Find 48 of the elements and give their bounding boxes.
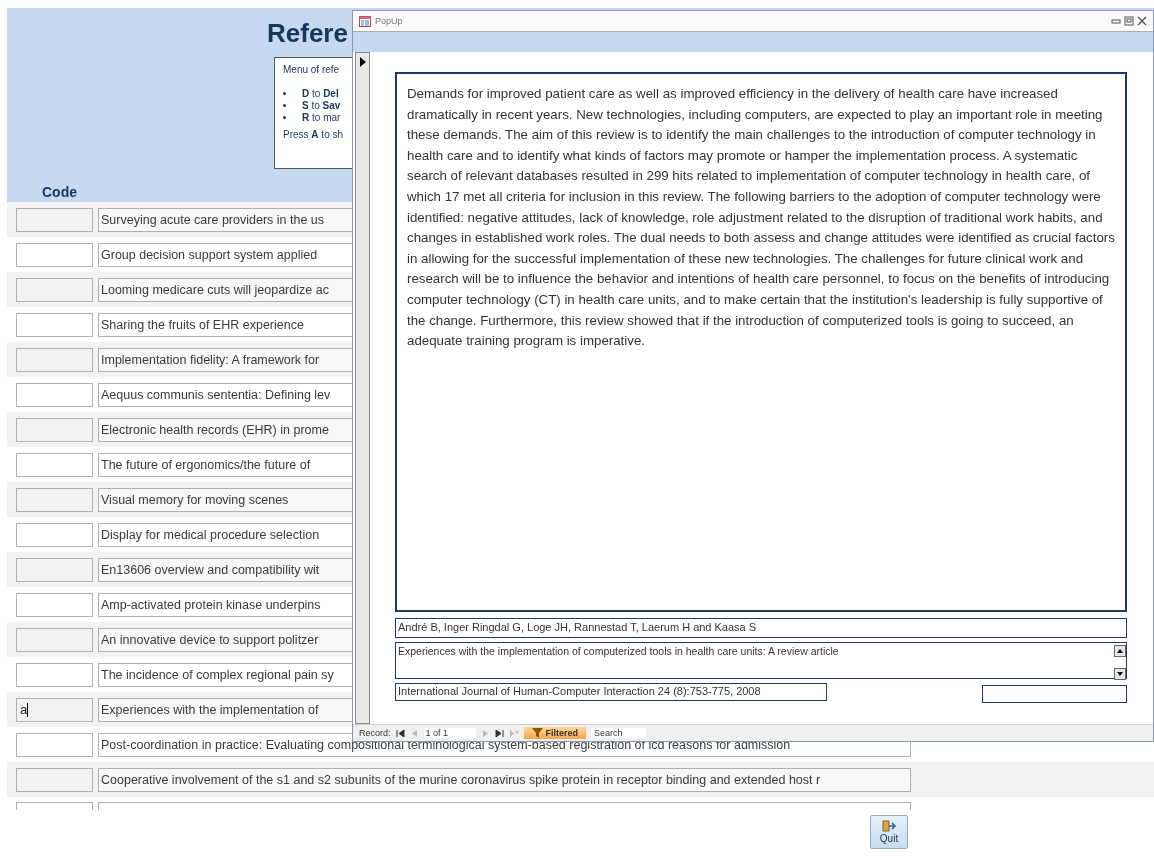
menu-footer: Press A to sh [283, 129, 344, 140]
code-field[interactable] [16, 592, 93, 617]
code-field[interactable] [16, 452, 93, 477]
close-icon[interactable] [1137, 16, 1147, 26]
code-field[interactable] [16, 557, 93, 582]
menu-heading: Menu of refe [283, 64, 340, 75]
code-field[interactable] [16, 662, 93, 687]
form-icon [359, 15, 371, 27]
code-field[interactable] [16, 347, 93, 372]
code-field[interactable] [16, 522, 93, 547]
record-number-field[interactable]: 1 of 1 [423, 728, 476, 738]
window-title: PopUp [375, 16, 404, 26]
first-record-icon[interactable] [395, 728, 405, 738]
new-record-icon[interactable] [508, 728, 519, 738]
code-field[interactable] [16, 627, 93, 652]
minimize-icon[interactable] [1111, 16, 1121, 26]
bullet-icon [283, 103, 286, 107]
code-field[interactable] [16, 487, 93, 512]
form-title: Refere [267, 18, 348, 49]
code-field[interactable] [16, 207, 93, 232]
record-selector[interactable] [355, 52, 370, 724]
last-record-icon[interactable] [494, 728, 504, 738]
article-title-text: Experiences with the implementation of computerized tools in health care units: A review article [398, 645, 839, 657]
search-field[interactable]: Search [591, 728, 647, 738]
code-field[interactable] [16, 277, 93, 302]
scroll-down-icon[interactable] [1114, 668, 1126, 680]
exit-door-icon [882, 820, 896, 832]
code-field[interactable] [16, 732, 93, 757]
filter-toggle[interactable]: Filtered [523, 727, 587, 739]
code-field[interactable] [16, 767, 93, 792]
journal-field[interactable]: International Journal of Human-Computer Interaction 24 (8):753-775, 2008 [395, 683, 827, 701]
text-field[interactable] [982, 685, 1127, 703]
scroll-up-icon[interactable] [1114, 645, 1126, 657]
column-header: Code [42, 184, 77, 200]
current-record-icon [359, 57, 366, 67]
code-field[interactable] [16, 312, 93, 337]
abstract-field[interactable]: Demands for improved patient care as well as improved efficiency in the delivery of health care have increased dramatically in recent years. New technologies, including computers, are expected to play an important role in meeting these demands. The aim of this review is to identify the main challenges to the introduction of computer technology in health care and to identify what kinds of factors may promote or hamper the implementation process. A systematic search of relevant databases resulted in 299 hits related to implementation of computer technology in health care, of which 17 met all criteria for inclusion in this review. The following barriers to the adoption of computer technology were identified: negative attitudes, lack of knowledge, role adjustment related to the disruption of traditional work habits, and changes in established work roles. The dual needs to both assess and change attitudes were identified as crucial factors in allowing for the successful implementation of these new technologies. The challenges for future clinical work and research will be to influence the behavior and intentions of health care personnel, to focus on the benefits of introducing computer technology (CT) in health care units, and to make certain that the institution's leadership is fully supportive of the change. Furthermore, this review showed that if the introduction of computerized tools is going to succeed, an adequate training program is imperative. [395, 72, 1127, 612]
bullet-icon [283, 115, 286, 119]
code-field[interactable] [16, 417, 93, 442]
code-field[interactable]: a [16, 697, 93, 722]
code-field[interactable] [16, 242, 93, 267]
article-title-field[interactable]: Experiences with the implementation of computerized tools in health care units: A review article [395, 642, 1127, 679]
quit-button[interactable]: Quit [870, 815, 908, 849]
authors-field[interactable]: André B, Inger Ringdal G, Loge JH, Rannestad T, Laerum H and Kaasa S [395, 618, 1127, 638]
restore-icon[interactable] [1124, 16, 1134, 26]
code-field[interactable] [16, 382, 93, 407]
title-field[interactable]: Cooperative involvement of the s1 and s2 subunits of the murine coronavirus spike protein in receptor binding and extended host r [98, 767, 911, 792]
bullet-icon [283, 91, 286, 95]
